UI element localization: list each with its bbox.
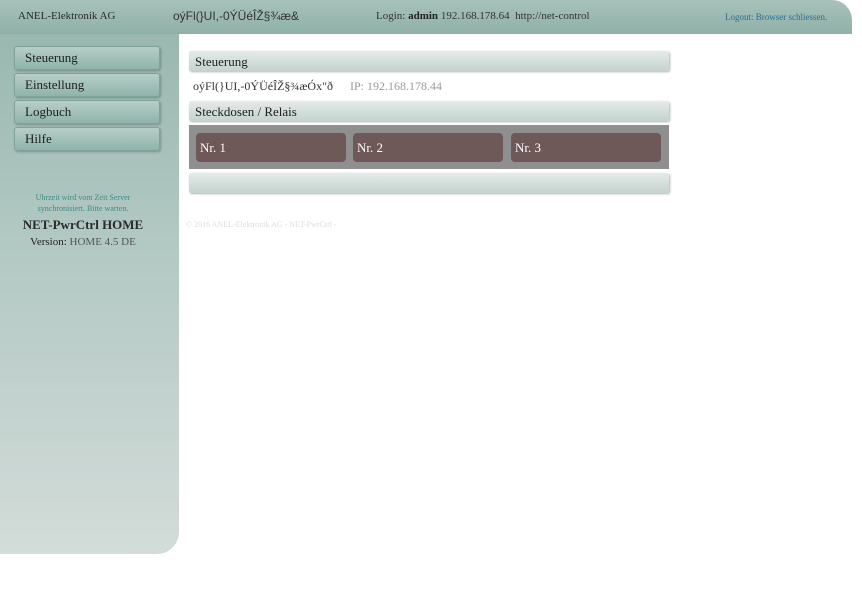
copyright-footer: © 2016 ANEL-Elektronik AG - NET-PwrCtrl … [186,220,337,229]
panel-footer-bar [189,173,669,193]
relay-button-2[interactable]: Nr. 2 [353,133,503,162]
login-ip: 192.168.178.64 [440,10,510,22]
logout-link[interactable]: Logout: Browser schliessen. [725,12,827,22]
login-host: http://net-control [515,10,590,22]
version-info: Version: HOME 4.5 DE [14,236,152,248]
sidebar: Steuerung Einstellung Logbuch Hilfe Uhrz… [0,34,179,554]
device-name-header: oýFl(}UI,-0ÝÜéÎŽ§¾æ& [173,9,300,23]
login-label: Login: [376,10,406,22]
page-title: Steuerung [195,54,248,69]
relay-button-1[interactable]: Nr. 1 [196,133,346,162]
relay-area: Nr. 1 Nr. 2 Nr. 3 [189,125,669,169]
steuerung-panel-header: Steuerung [189,51,669,71]
device-name: oýFl(}UI,-0ÝÜéÎŽ§¾æÓx"ð [193,79,333,93]
device-info-row: oýFl(}UI,-0ÝÜéÎŽ§¾æÓx"ð IP: 192.168.178.… [193,79,442,94]
sidebar-item-logbuch[interactable]: Logbuch [14,100,160,124]
sidebar-nav: Steuerung Einstellung Logbuch Hilfe [14,46,160,154]
header-bar: ANEL-Elektronik AG oýFl(}UI,-0ÝÜéÎŽ§¾æ& … [0,0,852,34]
sidebar-item-steuerung[interactable]: Steuerung [14,46,160,70]
login-info: Login: admin 192.168.178.64 http://net-c… [376,10,590,22]
time-sync-note: Uhrzeit wird vom Zeit Server synchronisi… [35,193,131,213]
device-ip: IP: 192.168.178.44 [349,79,442,93]
relay-button-3[interactable]: Nr. 3 [511,133,661,162]
version-value: HOME 4.5 DE [69,236,136,248]
product-name: NET-PwrCtrl HOME [22,217,144,232]
version-label: Version: [30,236,67,248]
relay-section-title: Steckdosen / Relais [195,104,297,119]
login-user: admin [408,10,439,22]
relay-section-header: Steckdosen / Relais [189,101,669,121]
sidebar-item-einstellung[interactable]: Einstellung [14,73,160,97]
brand-name: ANEL-Elektronik AG [18,10,116,22]
sidebar-item-hilfe[interactable]: Hilfe [14,127,160,151]
